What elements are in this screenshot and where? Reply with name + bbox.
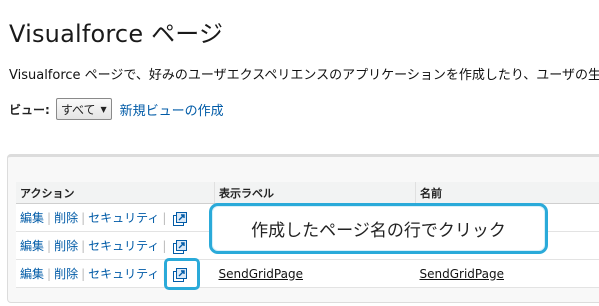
- divider: |: [81, 239, 86, 253]
- column-header-label[interactable]: 表示ラベル: [214, 182, 416, 204]
- edit-link[interactable]: 編集: [20, 211, 44, 225]
- preview-icon[interactable]: [173, 211, 188, 226]
- divider: |: [81, 211, 86, 225]
- edit-link[interactable]: 編集: [20, 239, 44, 253]
- preview-icon[interactable]: [173, 239, 188, 254]
- preview-icon-highlight: [164, 258, 200, 290]
- callout-text: 作成したページ名の行でクリック: [251, 221, 506, 241]
- view-select[interactable]: すべて ▼: [55, 98, 112, 120]
- edit-link[interactable]: 編集: [20, 267, 44, 281]
- page-label-link[interactable]: SendGridPage: [219, 267, 303, 281]
- divider: |: [162, 239, 167, 253]
- divider: |: [47, 239, 52, 253]
- new-view-link[interactable]: 新規ビューの作成: [120, 100, 224, 119]
- delete-link[interactable]: 削除: [54, 267, 78, 281]
- page-title: Visualforce ページ: [9, 20, 224, 48]
- page-description: Visualforce ページで、好みのユーザエクスペリエンスのアプリケーション…: [9, 68, 599, 83]
- annotation-callout: 作成したページ名の行でクリック: [209, 203, 548, 254]
- chevron-down-icon: ▼: [100, 104, 107, 114]
- delete-link[interactable]: 削除: [54, 211, 78, 225]
- row-name[interactable]: SendGridPage: [415, 259, 599, 288]
- security-link[interactable]: セキュリティ: [88, 211, 159, 225]
- view-selector-row: ビュー: すべて ▼ 新規ビューの作成: [9, 97, 224, 121]
- table-header-row: アクション 表示ラベル 名前: [16, 182, 599, 204]
- column-header-actions[interactable]: アクション: [16, 182, 215, 204]
- column-header-name[interactable]: 名前: [415, 182, 599, 204]
- divider: |: [81, 267, 86, 281]
- row-label[interactable]: SendGridPage: [214, 259, 416, 288]
- row-actions: 編集 | 削除 | セキュリティ |: [16, 231, 215, 260]
- row-actions: 編集 | 削除 | セキュリティ |: [16, 203, 215, 232]
- divider: |: [47, 267, 52, 281]
- table-row: 編集 | 削除 | セキュリティ | SendGridPage SendGridPage: [16, 259, 599, 288]
- delete-link[interactable]: 削除: [54, 239, 78, 253]
- security-link[interactable]: セキュリティ: [88, 267, 159, 281]
- page-name-link[interactable]: SendGridPage: [420, 267, 504, 281]
- divider: |: [162, 211, 167, 225]
- security-link[interactable]: セキュリティ: [88, 239, 159, 253]
- view-select-value: すべて: [60, 102, 96, 117]
- divider: |: [47, 211, 52, 225]
- view-label: ビュー:: [9, 102, 50, 117]
